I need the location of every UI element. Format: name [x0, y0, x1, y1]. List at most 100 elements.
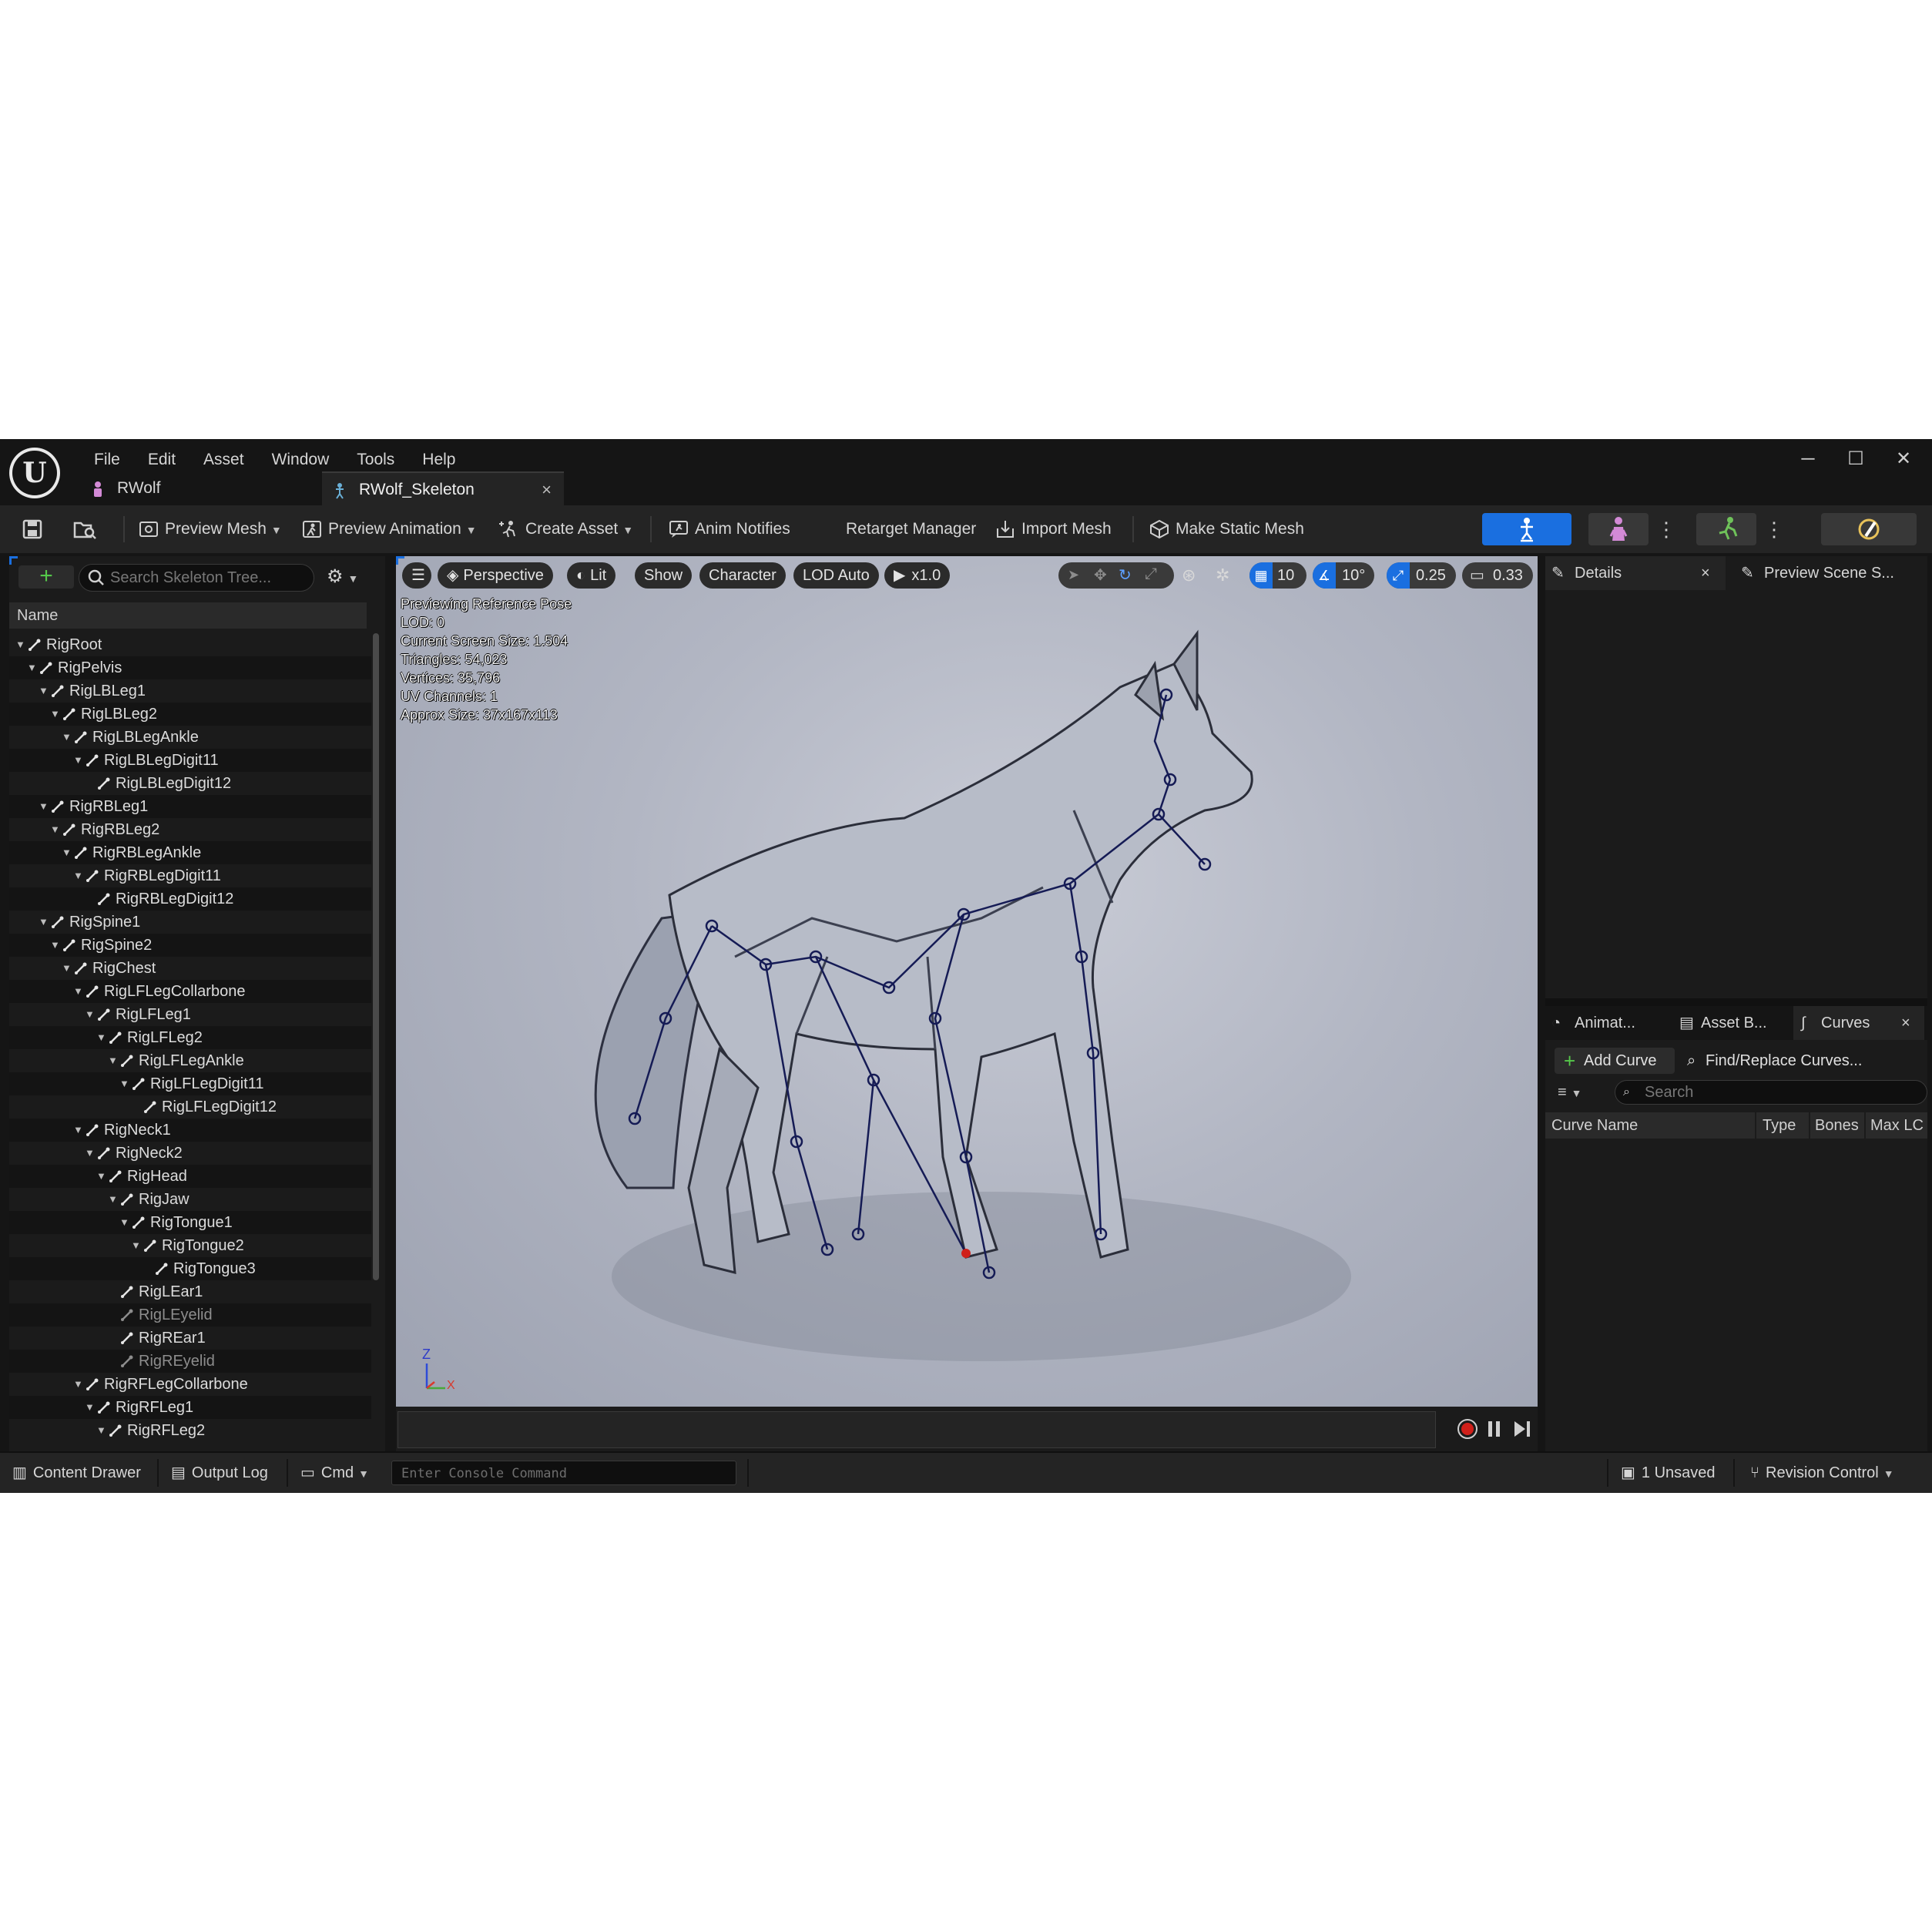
expand-arrow-icon[interactable]: ▼ [62, 841, 74, 864]
playback-speed-button[interactable]: ▶ x1.0 [884, 562, 951, 589]
find-replace-curves-button[interactable]: ⌕ Find/Replace Curves... [1684, 1048, 1915, 1074]
expand-arrow-icon[interactable]: ▼ [50, 934, 62, 957]
tree-row[interactable]: ▼ RigLBLeg2 [9, 703, 371, 726]
anim-notifies-button[interactable]: Anim Notifies [669, 514, 790, 545]
tab-animations[interactable]: ◔ Animat... [1545, 1006, 1669, 1040]
close-tab-icon[interactable]: × [1901, 1006, 1910, 1040]
cmd-dropdown[interactable]: ▭ Cmd ▼ [300, 1453, 369, 1493]
move-icon[interactable]: ✥ [1094, 565, 1107, 585]
more-options-icon[interactable]: ⋮ [1764, 516, 1784, 542]
tree-row[interactable]: ▼ RigLFLegAnkle [9, 1049, 371, 1072]
rotate-icon[interactable]: ↻ [1119, 565, 1132, 585]
animation-mode-button[interactable] [1696, 513, 1756, 545]
expand-arrow-icon[interactable]: ▼ [73, 749, 86, 772]
expand-arrow-icon[interactable]: ▼ [85, 1142, 97, 1165]
tree-row[interactable]: ▼ RigRBLeg1 [9, 795, 371, 818]
show-button[interactable]: Show [635, 562, 693, 589]
tab-asset-browser[interactable]: ▤ Asset B... [1673, 1006, 1789, 1040]
maximize-button[interactable]: ☐ [1836, 445, 1875, 473]
name-column-header[interactable]: Name [9, 602, 367, 629]
tab-preview-scene-settings[interactable]: ✎ Preview Scene S... [1735, 556, 1926, 590]
expand-arrow-icon[interactable]: ▼ [62, 957, 74, 980]
rotation-snap-button[interactable]: ∡ 10° [1313, 562, 1374, 589]
expand-arrow-icon[interactable]: ▼ [39, 795, 51, 818]
expand-arrow-icon[interactable]: ▼ [39, 911, 51, 934]
tree-row[interactable]: ▼ RigLFLegDigit11 [9, 1072, 371, 1095]
menu-edit[interactable]: Edit [134, 447, 190, 473]
timeline-scrubber[interactable] [397, 1411, 1436, 1448]
tree-row[interactable]: RigLFLegDigit12 [9, 1095, 371, 1119]
tree-row[interactable]: ▼ RigTongue1 [9, 1211, 371, 1234]
skeleton-mode-button[interactable] [1482, 513, 1571, 545]
tree-row[interactable]: ▼ RigRBLegDigit11 [9, 864, 371, 887]
more-options-icon[interactable]: ⋮ [1656, 516, 1676, 542]
menu-asset[interactable]: Asset [190, 447, 258, 473]
import-mesh-button[interactable]: Import Mesh [995, 514, 1112, 545]
tree-row[interactable]: ▼ RigJaw [9, 1188, 371, 1211]
tree-row[interactable]: RigLEar1 [9, 1280, 371, 1303]
tree-row[interactable]: RigTongue3 [9, 1257, 371, 1280]
expand-arrow-icon[interactable]: ▼ [96, 1419, 109, 1442]
output-log-button[interactable]: ▤ Output Log [171, 1453, 268, 1493]
column-curve-name[interactable]: Curve Name [1551, 1112, 1638, 1139]
tree-row[interactable]: ▼ RigNeck2 [9, 1142, 371, 1165]
content-drawer-button[interactable]: ▥ Content Drawer [12, 1453, 141, 1493]
expand-arrow-icon[interactable]: ▼ [73, 1119, 86, 1142]
tab-rwolf-skeleton[interactable]: RWolf_Skeleton × [322, 471, 564, 507]
expand-arrow-icon[interactable]: ▼ [50, 818, 62, 841]
lit-button[interactable]: ◐ Lit [567, 562, 616, 589]
menu-help[interactable]: Help [408, 447, 469, 473]
add-curve-button[interactable]: + Add Curve [1555, 1048, 1675, 1074]
tree-row[interactable]: ▼ RigLBLeg1 [9, 679, 371, 703]
tab-curves[interactable]: ∫ Curves × [1793, 1006, 1924, 1040]
tree-row[interactable]: RigREyelid [9, 1350, 371, 1373]
camera-speed-button[interactable]: ▭ 0.33 [1462, 562, 1533, 589]
make-static-mesh-button[interactable]: Make Static Mesh [1149, 514, 1304, 545]
expand-arrow-icon[interactable]: ▼ [131, 1234, 143, 1257]
expand-arrow-icon[interactable]: ▼ [39, 679, 51, 703]
menu-window[interactable]: Window [258, 447, 344, 473]
revision-control-button[interactable]: ⑂ Revision Control ▼ [1750, 1453, 1894, 1493]
expand-arrow-icon[interactable]: ▼ [108, 1188, 120, 1211]
tree-row[interactable]: ▼ RigLFLeg1 [9, 1003, 371, 1026]
close-tab-icon[interactable]: × [542, 473, 552, 507]
surface-snap-icon[interactable]: ✲ [1216, 565, 1229, 585]
preview-mesh-button[interactable]: Preview Mesh ▼ [139, 514, 282, 545]
unreal-logo-icon[interactable]: U [9, 448, 60, 498]
tree-row[interactable]: ▼ RigChest [9, 957, 371, 980]
expand-arrow-icon[interactable]: ▼ [62, 726, 74, 749]
tree-row[interactable]: ▼ RigRFLeg2 [9, 1419, 371, 1442]
record-icon[interactable] [1456, 1417, 1479, 1441]
mesh-mode-button[interactable] [1588, 513, 1649, 545]
tree-row[interactable]: ▼ RigLBLegDigit11 [9, 749, 371, 772]
expand-arrow-icon[interactable]: ▼ [15, 633, 28, 656]
preview-animation-button[interactable]: Preview Animation ▼ [302, 514, 477, 545]
tree-row[interactable]: ▼ RigHead [9, 1165, 371, 1188]
retarget-manager-button[interactable]: Retarget Manager [846, 514, 976, 545]
expand-arrow-icon[interactable]: ▼ [96, 1026, 109, 1049]
expand-arrow-icon[interactable]: ▼ [96, 1165, 109, 1188]
tree-row[interactable]: ▼ RigLFLeg2 [9, 1026, 371, 1049]
expand-arrow-icon[interactable]: ▼ [27, 656, 39, 679]
expand-arrow-icon[interactable]: ▼ [119, 1072, 132, 1095]
column-bones[interactable]: Bones [1815, 1112, 1859, 1139]
pause-icon[interactable] [1485, 1417, 1504, 1441]
tree-row[interactable]: ▼ RigNeck1 [9, 1119, 371, 1142]
scale-icon[interactable]: ⤢ [1145, 565, 1157, 583]
browse-asset-icon[interactable] [72, 514, 97, 545]
tree-row[interactable]: ▼ RigSpine2 [9, 934, 371, 957]
select-icon[interactable]: ➤ [1068, 567, 1079, 583]
tree-row[interactable]: ▼ RigRFLeg1 [9, 1396, 371, 1419]
expand-arrow-icon[interactable]: ▼ [108, 1049, 120, 1072]
menu-file[interactable]: File [80, 447, 134, 473]
expand-arrow-icon[interactable]: ▼ [85, 1396, 97, 1419]
tree-settings-button[interactable]: ⚙ ▼ [327, 565, 373, 589]
tree-scrollbar[interactable] [373, 633, 379, 1280]
step-forward-icon[interactable] [1511, 1417, 1533, 1441]
tree-row[interactable]: RigREar1 [9, 1327, 371, 1350]
tree-row[interactable]: RigRBLegDigit12 [9, 887, 371, 911]
close-window-button[interactable]: ✕ [1884, 445, 1923, 473]
viewport[interactable]: ☰ ◈ Perspective ◐ Lit Show Character LOD A… [396, 556, 1538, 1407]
tree-row[interactable]: ▼ RigSpine1 [9, 911, 371, 934]
menu-tools[interactable]: Tools [343, 447, 408, 473]
